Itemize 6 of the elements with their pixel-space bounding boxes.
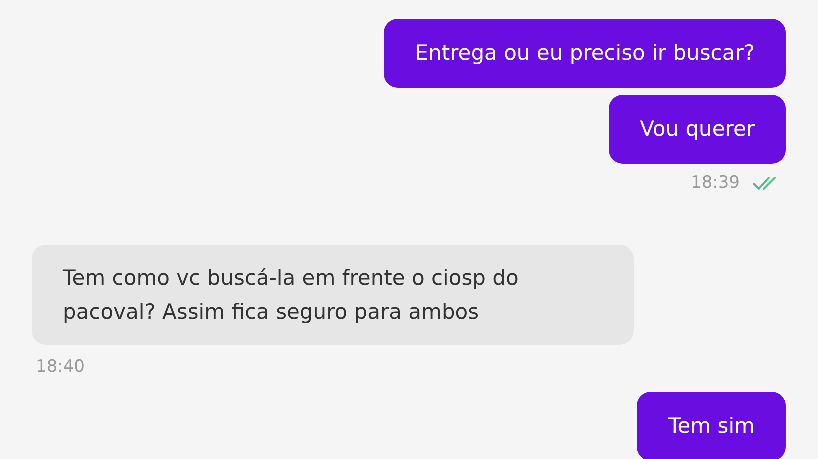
sent-message-bubble: Tem sim xyxy=(637,392,786,459)
message-time: 18:39 xyxy=(691,173,740,193)
sent-message-bubble: Vou querer xyxy=(609,95,786,164)
message-time: 18:40 xyxy=(36,357,85,377)
sent-message-bubble: Entrega ou eu preciso ir buscar? xyxy=(384,19,786,88)
received-message-bubble: Tem como vc buscá-la em frente o ciosp do pacoval? Assim fica seguro para ambos xyxy=(32,245,634,345)
